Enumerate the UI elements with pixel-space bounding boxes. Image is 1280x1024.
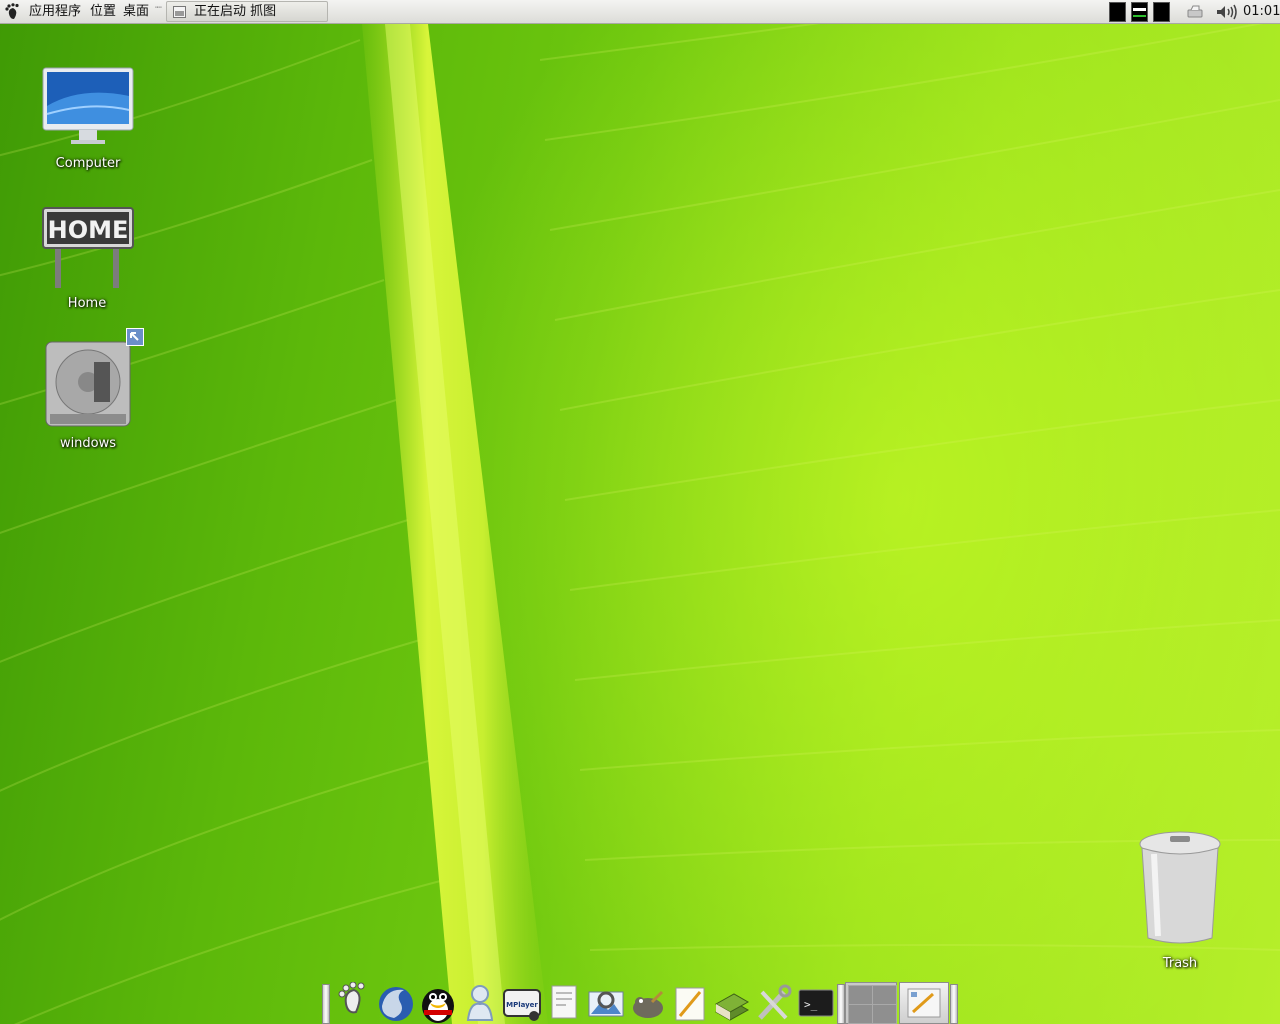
gnome-foot-icon[interactable] — [334, 982, 374, 1024]
gnome-foot-icon[interactable] — [4, 3, 22, 21]
workspace-1[interactable] — [848, 985, 873, 1005]
trash-can-icon — [1139, 831, 1221, 944]
document-icon[interactable] — [544, 982, 584, 1024]
shortcut-arrow-icon — [126, 328, 144, 346]
menu-applications[interactable]: 应用程序 — [29, 3, 81, 21]
leaf-wallpaper — [0, 0, 1280, 1024]
workspace-3[interactable] — [848, 1004, 873, 1024]
cpu-monitor-graph[interactable] — [1109, 2, 1126, 22]
dock-separator — [950, 984, 958, 1024]
dock-separator — [837, 984, 845, 1024]
launching-task-button[interactable]: 正在启动 抓图 — [166, 1, 328, 22]
desktop-icon-computer[interactable]: Computer — [28, 66, 148, 176]
mplayer-icon[interactable]: MPlayer — [502, 982, 542, 1024]
image-viewer-icon[interactable] — [586, 982, 626, 1024]
screenshot-icon — [173, 6, 186, 18]
desktop-icon-trash[interactable]: Trash — [1120, 830, 1240, 980]
panel-clock[interactable]: 01:01 — [1243, 3, 1280, 21]
gimp-icon[interactable] — [628, 982, 668, 1024]
terminal-prompt: >_ — [804, 998, 818, 1011]
home-sign-icon: HOME — [42, 207, 134, 288]
text-editor-icon[interactable] — [670, 982, 710, 1024]
workspace-switcher[interactable] — [845, 982, 897, 1024]
bottom-dock: MPlayer >_ — [320, 982, 960, 1024]
terminal-icon[interactable]: >_ — [796, 982, 836, 1024]
workspace-2[interactable] — [872, 985, 897, 1005]
desktop-icon-label: windows — [59, 436, 117, 451]
memory-monitor-graph[interactable] — [1131, 2, 1148, 22]
firefox-icon[interactable] — [376, 982, 416, 1024]
printer-icon[interactable] — [1186, 5, 1204, 19]
volume-icon[interactable] — [1215, 4, 1239, 20]
workspace-4[interactable] — [872, 1004, 897, 1024]
menu-desktop[interactable]: 桌面 — [123, 3, 149, 21]
dock-separator — [322, 984, 330, 1024]
system-tools-icon[interactable] — [754, 982, 794, 1024]
desktop[interactable]: Computer HOME Home windows Trash MPlayer… — [0, 0, 1280, 1024]
desktop-icon-home[interactable]: HOME Home — [27, 206, 147, 316]
hard-drive-icon — [45, 341, 131, 427]
panel-separator-dots: ┈ — [155, 1, 162, 14]
svg-text:HOME: HOME — [48, 216, 129, 244]
screenshot-task-icon — [907, 988, 941, 1018]
qq-penguin-icon[interactable] — [418, 982, 458, 1024]
desktop-icon-label: Trash — [1162, 956, 1198, 971]
computer-monitor-icon — [42, 67, 134, 144]
window-list-task[interactable] — [899, 982, 949, 1024]
messenger-person-icon[interactable] — [460, 982, 500, 1024]
network-monitor-graph[interactable] — [1153, 2, 1170, 22]
launching-task-label: 正在启动 抓图 — [194, 4, 277, 19]
dictionary-book-icon[interactable] — [712, 982, 752, 1024]
desktop-icon-label: Home — [67, 296, 107, 311]
mplayer-label: MPlayer — [506, 1001, 538, 1009]
desktop-icon-label: Computer — [55, 156, 121, 171]
top-panel: 应用程序 位置 桌面 ┈ 正在启动 抓图 01:01 — [0, 0, 1280, 24]
desktop-icon-windows[interactable]: windows — [28, 328, 148, 458]
menu-places[interactable]: 位置 — [90, 3, 116, 21]
